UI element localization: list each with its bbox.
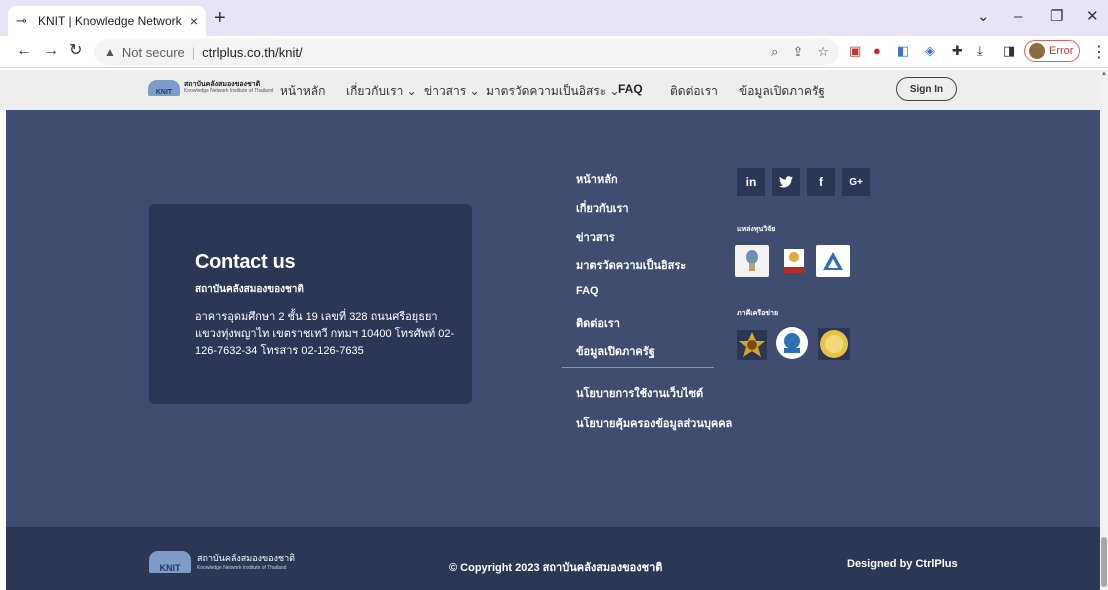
facebook-icon[interactable]: f [807, 168, 835, 196]
side-panel-icon[interactable]: ◨ [1003, 43, 1015, 59]
footer-logo-name-th: สถาบันคลังสมองของชาติ [197, 552, 295, 563]
google-plus-icon[interactable]: G+ [842, 168, 870, 196]
scrollbar-thumb[interactable] [1101, 537, 1107, 587]
funding-label: แหล่งทุนวิจัย [737, 226, 776, 233]
triangle-logo-icon [823, 252, 843, 270]
extension-red-icon[interactable]: ▣ [849, 43, 861, 59]
nav-standard-label: มาตรวัดความเป็นอิสระ [486, 84, 607, 98]
new-tab-button[interactable]: + [214, 8, 226, 28]
site-header: KNIT สถาบันคลังสมองของชาติ Knowledge Net… [0, 70, 1100, 110]
browser-tab-bar: ⊸ KNIT | Knowledge Network Instit × + ⌄ … [0, 0, 1108, 36]
footer-logo-name-en: Knowledge Network Institute of Thailand [197, 564, 287, 571]
footer-logo[interactable]: KNIT สถาบันคลังสมองของชาติ Knowledge Net… [149, 551, 295, 573]
address-separator: | [191, 44, 196, 60]
footer-link-opendata[interactable]: ข้อมูลเปิดภาครัฐ [576, 342, 655, 360]
nav-news[interactable]: ข่าวสาร ⌄ [424, 82, 480, 101]
logo-name-en: Knowledge Network Institute of Thailand [184, 88, 274, 94]
scroll-up-arrow-icon[interactable]: ▲ [1101, 71, 1107, 77]
footer-logo-text: สถาบันคลังสมองของชาติ Knowledge Network … [197, 553, 295, 572]
chevron-down-icon: ⌄ [466, 84, 480, 98]
sign-in-button[interactable]: Sign In [896, 77, 957, 101]
footer-link-faq[interactable]: FAQ [576, 285, 599, 297]
emblem-icon [746, 250, 758, 271]
nav-opendata[interactable]: ข้อมูลเปิดภาครัฐ [739, 82, 825, 101]
footer-link-news[interactable]: ข่าวสาร [576, 228, 615, 246]
extension-diamond-icon[interactable]: ◈ [925, 43, 935, 59]
error-label: Error [1049, 45, 1074, 57]
url-text: ctrlplus.co.th/knit/ [202, 44, 303, 60]
tab-title: KNIT | Knowledge Network Instit [38, 14, 184, 28]
footer-link-standard[interactable]: มาตรวัดความเป็นอิสระ [576, 256, 686, 274]
partner-circle-icon [776, 327, 808, 359]
designed-by-text[interactable]: Designed by CtrlPlus [847, 558, 958, 570]
footer: Contact us สถาบันคลังสมองของชาติ อาคารอุ… [6, 110, 1100, 527]
funding-logo-1[interactable] [735, 245, 769, 277]
minimize-icon[interactable]: – [1014, 8, 1022, 26]
twitter-icon[interactable] [772, 168, 800, 196]
knit-logo-mark: KNIT [149, 551, 191, 573]
footer-link-website-policy[interactable]: นโยบายการใช้งานเว็บไซต์ [576, 384, 703, 402]
nav-contact[interactable]: ติดต่อเรา [670, 82, 718, 101]
bookmark-star-icon[interactable]: ☆ [817, 44, 829, 60]
window-close-icon[interactable]: ✕ [1086, 8, 1099, 26]
logo-text: สถาบันคลังสมองของชาติ Knowledge Network … [184, 81, 273, 95]
linkedin-icon[interactable]: in [737, 168, 765, 196]
partner-logo-1[interactable] [735, 329, 769, 361]
nav-news-label: ข่าวสาร [424, 84, 467, 98]
contact-address: อาคารอุดมศึกษา 2 ชั้น 19 เลขที่ 328 ถนนศ… [195, 311, 455, 357]
warning-icon: ▲ [104, 45, 116, 59]
avatar [1029, 43, 1045, 59]
funding-logo-3[interactable] [816, 245, 850, 277]
page-scrollbar[interactable] [1100, 70, 1108, 590]
footer-link-contact[interactable]: ติดต่อเรา [576, 314, 620, 332]
browser-toolbar: ← → ↻ ▲ Not secure | ctrlplus.co.th/knit… [0, 36, 1108, 68]
partner-logo-2[interactable] [775, 327, 809, 359]
twitter-bird-svg [779, 176, 793, 188]
partners-label: ภาคีเครือข่าย [737, 310, 779, 317]
zoom-icon[interactable]: ⌕ [771, 44, 778, 60]
footer-link-about[interactable]: เกี่ยวกับเรา [576, 199, 629, 217]
nav-faq[interactable]: FAQ [618, 82, 643, 96]
reload-icon[interactable]: ↻ [69, 42, 82, 60]
contact-title: Contact us [195, 251, 296, 273]
footer-link-privacy-policy[interactable]: นโยบายคุ้มครองข้อมูลส่วนบุคคล [576, 414, 732, 432]
download-icon[interactable]: ⤓ [977, 43, 983, 59]
opera-extension-icon[interactable]: ● [873, 43, 881, 59]
nav-about[interactable]: เกี่ยวกับเรา ⌄ [346, 82, 417, 101]
not-secure-label: Not secure [121, 44, 185, 60]
omnibox-icons: ⌕ ⇪ ☆ [771, 44, 829, 60]
restore-icon[interactable]: ❐ [1050, 8, 1063, 26]
tab-search-icon[interactable]: ⌄ [977, 8, 990, 26]
translate-extension-icon[interactable]: ◧ [897, 43, 909, 59]
profile-error-button[interactable]: Error [1024, 40, 1080, 62]
back-icon[interactable]: ← [16, 42, 32, 60]
forward-icon[interactable]: → [43, 42, 59, 60]
knit-logo-mark: KNIT [148, 80, 180, 96]
partner-seal-icon [737, 330, 767, 360]
partner-logo-3[interactable] [817, 328, 851, 360]
funding-emblem-icon [784, 249, 804, 273]
partner-gold-seal-icon [818, 328, 850, 360]
footer-bottom: KNIT สถาบันคลังสมองของชาติ Knowledge Net… [6, 527, 1100, 590]
contact-org: สถาบันคลังสมองของชาติ [195, 284, 304, 295]
contact-card: Contact us สถาบันคลังสมองของชาติ อาคารอุ… [149, 204, 472, 404]
browser-tab[interactable]: ⊸ KNIT | Knowledge Network Instit × [8, 6, 206, 36]
nav-standard[interactable]: มาตรวัดความเป็นอิสระ ⌄ [486, 82, 620, 101]
nav-home[interactable]: หน้าหลัก [280, 82, 325, 101]
copyright-text: © Copyright 2023 สถาบันคลังสมองของชาติ [449, 562, 663, 574]
footer-link-home[interactable]: หน้าหลัก [576, 170, 618, 188]
chevron-down-icon: ⌄ [403, 84, 417, 98]
address-bar[interactable]: ▲ Not secure | ctrlplus.co.th/knit/ ⌕ ⇪ … [94, 39, 839, 65]
share-icon[interactable]: ⇪ [792, 44, 803, 60]
header-logo[interactable]: KNIT สถาบันคลังสมองของชาติ Knowledge Net… [148, 80, 273, 96]
menu-kebab-icon[interactable]: ⋮ [1091, 42, 1107, 62]
nav-about-label: เกี่ยวกับเรา [346, 84, 404, 98]
logo-name-th: สถาบันคลังสมองของชาติ [184, 81, 261, 88]
close-tab-icon[interactable]: × [190, 13, 198, 29]
extensions-puzzle-icon[interactable]: ✚ [952, 43, 963, 59]
footer-divider [562, 367, 714, 368]
funding-logo-2[interactable] [777, 245, 811, 277]
favicon-icon: ⊸ [16, 13, 27, 28]
